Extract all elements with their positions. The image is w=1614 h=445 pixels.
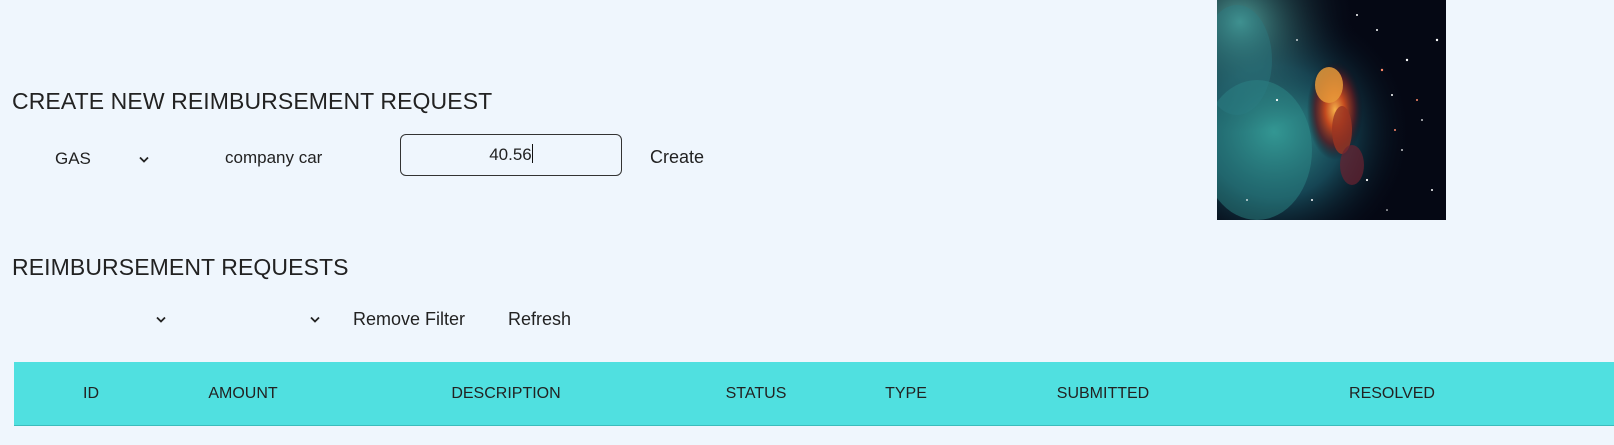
chevron-down-icon	[155, 316, 167, 324]
requests-list-heading: REIMBURSEMENT REQUESTS	[12, 254, 349, 280]
table-header-row: ID AMOUNT DESCRIPTION STATUS TYPE SUBMIT…	[14, 362, 1614, 426]
amount-input-value: 40.56	[489, 145, 532, 164]
column-header-id[interactable]: ID	[83, 385, 99, 403]
remove-filter-button[interactable]: Remove Filter	[353, 309, 465, 330]
column-header-amount[interactable]: AMOUNT	[208, 385, 277, 403]
chevron-down-icon	[309, 316, 321, 324]
type-filter-select[interactable]	[180, 309, 325, 331]
amount-input[interactable]: 40.56	[400, 134, 622, 176]
status-filter-select[interactable]	[20, 309, 170, 331]
column-header-type[interactable]: TYPE	[885, 385, 927, 403]
column-header-resolved[interactable]: RESOLVED	[1349, 385, 1435, 403]
create-button[interactable]: Create	[650, 147, 704, 168]
nebula-space-image	[1217, 0, 1446, 220]
column-header-status[interactable]: STATUS	[726, 385, 787, 403]
description-field[interactable]: company car	[225, 148, 322, 168]
chevron-down-icon	[138, 156, 150, 164]
type-select[interactable]: GAS	[55, 148, 155, 170]
reimbursement-page: CREATE NEW REIMBURSEMENT REQUEST GAS com…	[0, 0, 1614, 445]
type-select-value: GAS	[55, 149, 91, 168]
column-header-submitted[interactable]: SUBMITTED	[1057, 385, 1149, 403]
text-caret	[531, 144, 533, 163]
refresh-button[interactable]: Refresh	[508, 309, 571, 330]
create-request-heading: CREATE NEW REIMBURSEMENT REQUEST	[12, 88, 493, 114]
column-header-description[interactable]: DESCRIPTION	[451, 385, 560, 403]
